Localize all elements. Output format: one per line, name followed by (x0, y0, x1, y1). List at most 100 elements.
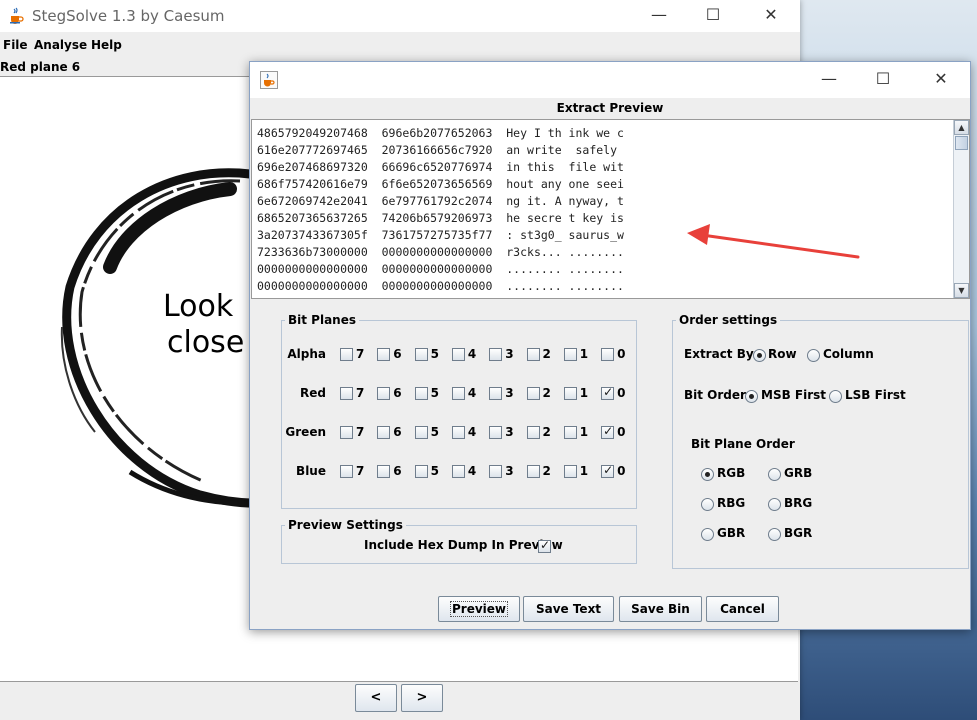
bit-checkbox[interactable] (601, 463, 615, 478)
bit-blue-6[interactable]: 6 (377, 464, 415, 480)
menu-file[interactable]: File (3, 38, 28, 52)
bit-red-6[interactable]: 6 (377, 386, 415, 402)
bit-checkbox[interactable] (601, 385, 615, 400)
plane-order-radio-bgr[interactable] (768, 528, 781, 541)
dialog-close-button[interactable]: ✕ (918, 64, 964, 96)
bit-checkbox[interactable] (489, 465, 503, 478)
msb-first-radio[interactable] (745, 390, 758, 403)
bit-checkbox[interactable] (563, 387, 577, 400)
extract-by-column-label: Column (823, 347, 874, 361)
lsb-first-radio[interactable] (829, 390, 842, 403)
bit-red-0[interactable]: 0 (601, 385, 639, 402)
bit-checkbox[interactable] (563, 465, 577, 478)
bit-checkbox[interactable] (601, 424, 615, 439)
bit-checkbox[interactable] (563, 348, 577, 361)
bit-red-7[interactable]: 7 (340, 386, 378, 402)
bit-alpha-4[interactable]: 4 (451, 347, 490, 363)
menu-help[interactable]: Help (91, 38, 122, 52)
bit-alpha-5[interactable]: 5 (414, 347, 453, 363)
bit-checkbox[interactable] (563, 426, 577, 439)
hex-dump-checkbox[interactable] (538, 538, 551, 553)
bit-blue-7[interactable]: 7 (340, 464, 378, 480)
bit-checkbox[interactable] (526, 465, 540, 478)
scroll-down-button[interactable]: ▼ (954, 283, 969, 298)
extract-preview-textarea[interactable]: 4865792049207468 696e6b2077652063 Hey I … (251, 119, 970, 299)
bit-number-label: 6 (393, 386, 402, 400)
minimize-button[interactable]: — (636, 0, 682, 32)
bit-checkbox[interactable] (526, 348, 540, 361)
bit-checkbox[interactable] (340, 426, 353, 439)
bit-alpha-6[interactable]: 6 (377, 347, 415, 363)
bit-blue-5[interactable]: 5 (414, 464, 453, 480)
dialog-maximize-button[interactable]: ☐ (860, 64, 906, 96)
save-text-button[interactable]: Save Text (523, 596, 614, 622)
bit-checkbox[interactable] (377, 465, 391, 478)
bit-alpha-3[interactable]: 3 (489, 347, 527, 363)
bit-checkbox[interactable] (414, 348, 428, 361)
bit-blue-3[interactable]: 3 (489, 464, 527, 480)
bit-checkbox[interactable] (526, 426, 540, 439)
bit-checkbox[interactable] (451, 426, 465, 439)
bit-blue-1[interactable]: 1 (563, 464, 602, 480)
bit-alpha-0[interactable]: 0 (601, 347, 639, 363)
bit-green-3[interactable]: 3 (489, 425, 527, 441)
bit-checkbox[interactable] (377, 348, 391, 361)
bit-red-4[interactable]: 4 (451, 386, 490, 402)
save-bin-button[interactable]: Save Bin (619, 596, 702, 622)
dialog-minimize-button[interactable]: — (806, 64, 852, 96)
main-title-bar[interactable]: StegSolve 1.3 by Caesum — ☐ ✕ (0, 0, 800, 32)
bit-checkbox[interactable] (601, 348, 615, 361)
extract-by-row-radio[interactable] (753, 349, 766, 362)
bit-checkbox[interactable] (414, 426, 428, 439)
bit-checkbox[interactable] (340, 465, 353, 478)
bit-blue-4[interactable]: 4 (451, 464, 490, 480)
bit-checkbox[interactable] (451, 465, 465, 478)
extract-by-column-radio[interactable] (807, 349, 820, 362)
menu-analyse[interactable]: Analyse (34, 38, 87, 52)
bit-checkbox[interactable] (489, 348, 503, 361)
preview-button[interactable]: Preview (438, 596, 520, 622)
bit-red-3[interactable]: 3 (489, 386, 527, 402)
bit-alpha-2[interactable]: 2 (526, 347, 565, 363)
bit-checkbox[interactable] (489, 426, 503, 439)
bit-green-5[interactable]: 5 (414, 425, 453, 441)
bit-checkbox[interactable] (340, 348, 353, 361)
plane-order-radio-brg[interactable] (768, 498, 781, 511)
bit-green-6[interactable]: 6 (377, 425, 415, 441)
plane-order-radio-gbr[interactable] (701, 528, 714, 541)
scroll-thumb[interactable] (955, 136, 968, 150)
plane-order-radio-rgb[interactable] (701, 468, 714, 481)
previous-plane-button[interactable]: < (355, 684, 397, 712)
bit-green-0[interactable]: 0 (601, 424, 639, 441)
bit-green-2[interactable]: 2 (526, 425, 565, 441)
next-plane-button[interactable]: > (401, 684, 443, 712)
bit-checkbox[interactable] (489, 387, 503, 400)
maximize-button[interactable]: ☐ (690, 0, 736, 32)
plane-order-radio-rbg[interactable] (701, 498, 714, 511)
bit-green-4[interactable]: 4 (451, 425, 490, 441)
bit-checkbox[interactable] (377, 387, 391, 400)
bit-checkbox[interactable] (451, 348, 465, 361)
bit-green-7[interactable]: 7 (340, 425, 378, 441)
cancel-button[interactable]: Cancel (706, 596, 779, 622)
bit-red-1[interactable]: 1 (563, 386, 602, 402)
bit-blue-0[interactable]: 0 (601, 463, 639, 480)
plane-order-radio-grb[interactable] (768, 468, 781, 481)
bit-red-5[interactable]: 5 (414, 386, 453, 402)
bit-checkbox[interactable] (451, 387, 465, 400)
bit-green-1[interactable]: 1 (563, 425, 602, 441)
close-button[interactable]: ✕ (748, 0, 794, 32)
bit-checkbox[interactable] (414, 387, 428, 400)
dialog-title-bar[interactable]: — ☐ ✕ (250, 62, 970, 98)
bit-blue-2[interactable]: 2 (526, 464, 565, 480)
bit-number-label: 5 (430, 347, 439, 361)
bit-red-2[interactable]: 2 (526, 386, 565, 402)
bit-checkbox[interactable] (414, 465, 428, 478)
preview-scrollbar[interactable]: ▲ ▼ (953, 120, 969, 298)
bit-checkbox[interactable] (526, 387, 540, 400)
scroll-up-button[interactable]: ▲ (954, 120, 969, 135)
bit-checkbox[interactable] (340, 387, 353, 400)
bit-alpha-1[interactable]: 1 (563, 347, 602, 363)
bit-alpha-7[interactable]: 7 (340, 347, 378, 363)
bit-checkbox[interactable] (377, 426, 391, 439)
